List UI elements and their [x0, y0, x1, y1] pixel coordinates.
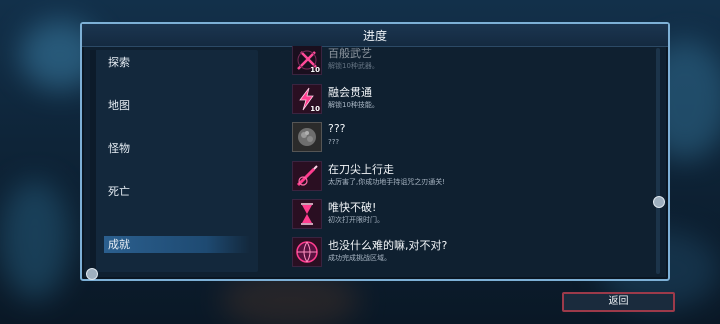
achievement-list: 10 百般武艺 解锁10种武器。 10 融会贯通 解锁10种技能。 ??? ??… [278, 46, 656, 276]
panel-corner-handle [86, 268, 98, 280]
lightning-icon: 10 [292, 84, 322, 114]
bg-light-blob [0, 180, 70, 300]
achievement-desc: 初次打开限时门。 [328, 216, 384, 224]
achievement-badge: 10 [310, 105, 320, 113]
achievement-item[interactable]: 10 百般武艺 解锁10种武器。 [292, 46, 652, 79]
achievement-item[interactable]: ??? ??? [292, 120, 652, 156]
scroll-handle[interactable] [653, 196, 665, 208]
achievement-desc: 解锁10种武器。 [328, 62, 379, 70]
cursed-blade-icon [292, 161, 322, 191]
locked-mystery-icon [292, 122, 322, 152]
crossed-swords-icon: 10 [292, 46, 322, 75]
back-button[interactable]: 返回 [562, 292, 675, 312]
category-rail [90, 50, 96, 272]
achievement-desc: 解锁10种技能。 [328, 101, 379, 109]
achievement-name: 融会贯通 [328, 86, 372, 99]
panel-title: 进度 [362, 29, 387, 43]
achievement-name: 唯快不破! [328, 201, 377, 214]
achievement-desc: 太厉害了,你成功地手持诅咒之刃通关! [328, 178, 446, 186]
achievement-name: 也没什么难的嘛,对不对? [328, 239, 448, 252]
category-deaths[interactable]: 死亡 [108, 183, 130, 199]
hourglass-icon [292, 199, 322, 229]
category-achievements[interactable]: 成就 [104, 236, 250, 253]
achievement-name: 百般武艺 [328, 47, 372, 60]
achievement-badge: 10 [310, 66, 320, 74]
achievement-desc: 成功完成挑战区域。 [328, 254, 391, 262]
category-explore[interactable]: 探索 [108, 54, 130, 70]
achievement-item[interactable]: 在刀尖上行走 太厉害了,你成功地手持诅咒之刃通关! [292, 159, 652, 195]
achievement-item[interactable]: 10 融会贯通 解锁10种技能。 [292, 82, 652, 118]
challenge-orb-icon [292, 237, 322, 267]
achievement-item[interactable]: 唯快不破! 初次打开限时门。 [292, 197, 652, 233]
achievement-scrollbar[interactable] [656, 48, 660, 274]
category-map[interactable]: 地图 [108, 97, 130, 113]
panel-title-bar: 进度 [82, 24, 668, 47]
achievement-desc: ??? [328, 138, 340, 146]
achievement-name: 在刀尖上行走 [328, 163, 394, 176]
achievement-item[interactable]: 也没什么难的嘛,对不对? 成功完成挑战区域。 [292, 235, 652, 271]
category-monsters[interactable]: 怪物 [108, 140, 130, 156]
progress-panel: 进度 探索 地图 怪物 死亡 成就 10 百般武艺 解锁10种武器。 10 融会… [80, 22, 670, 281]
achievement-name: ??? [328, 122, 346, 135]
